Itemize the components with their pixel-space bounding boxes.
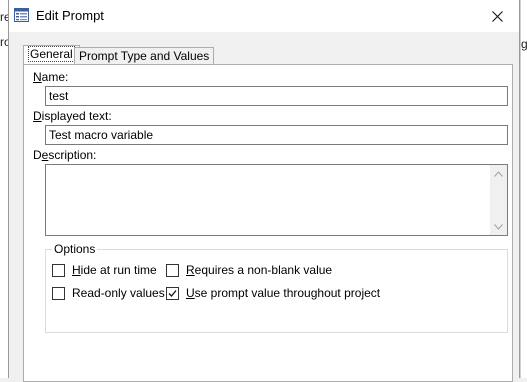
options-group: Options Hide at run time Read-only value… [45,242,508,333]
tab-label: Prompt Type and Values [79,49,210,63]
edit-prompt-dialog: Edit Prompt General Prompt Type and Valu… [8,0,520,382]
read-only-values-label: Read-only values [72,286,165,300]
check-icon [168,289,177,297]
name-label: Name: [33,70,69,84]
title-bar[interactable]: Edit Prompt [9,0,519,32]
checkbox-box[interactable] [52,263,65,277]
background-app-right-edge: g [520,0,527,378]
tab-general[interactable]: General [23,45,80,65]
hide-at-run-time-label: Hide at run time [72,263,157,277]
requires-non-blank-label: Requires a non-blank value [186,263,333,277]
name-field[interactable]: test [45,86,508,106]
tab-prompt-type-and-values[interactable]: Prompt Type and Values [74,47,215,65]
requires-non-blank-checkbox[interactable]: Requires a non-blank value [166,263,332,277]
options-group-title: Options [52,242,98,256]
hide-at-run-time-checkbox[interactable]: Hide at run time [52,263,157,277]
use-prompt-value-checkbox[interactable]: Use prompt value throughout project [166,286,380,300]
dialog-title: Edit Prompt [36,8,104,23]
general-tab-panel: Name: test Displayed text: Test macro va… [23,64,513,382]
tab-label: General [28,46,75,62]
displayed-text-field[interactable]: Test macro variable [45,125,508,145]
close-button[interactable] [475,0,519,32]
description-scrollbar[interactable] [490,165,507,235]
displayed-text-label: Displayed text: [33,109,112,123]
dialog-window-icon [14,8,29,22]
scroll-up-arrow-icon[interactable] [490,165,507,182]
checkbox-box[interactable] [166,286,179,300]
description-field[interactable] [45,164,508,236]
close-icon [491,10,503,22]
use-prompt-value-label: Use prompt value throughout project [186,286,381,300]
read-only-values-checkbox[interactable]: Read-only values [52,286,165,300]
scroll-down-arrow-icon[interactable] [490,218,507,235]
checkbox-box[interactable] [52,286,65,300]
background-text-fragment: g [521,37,527,51]
checkbox-box[interactable] [166,263,179,277]
description-label: Description: [33,148,97,162]
